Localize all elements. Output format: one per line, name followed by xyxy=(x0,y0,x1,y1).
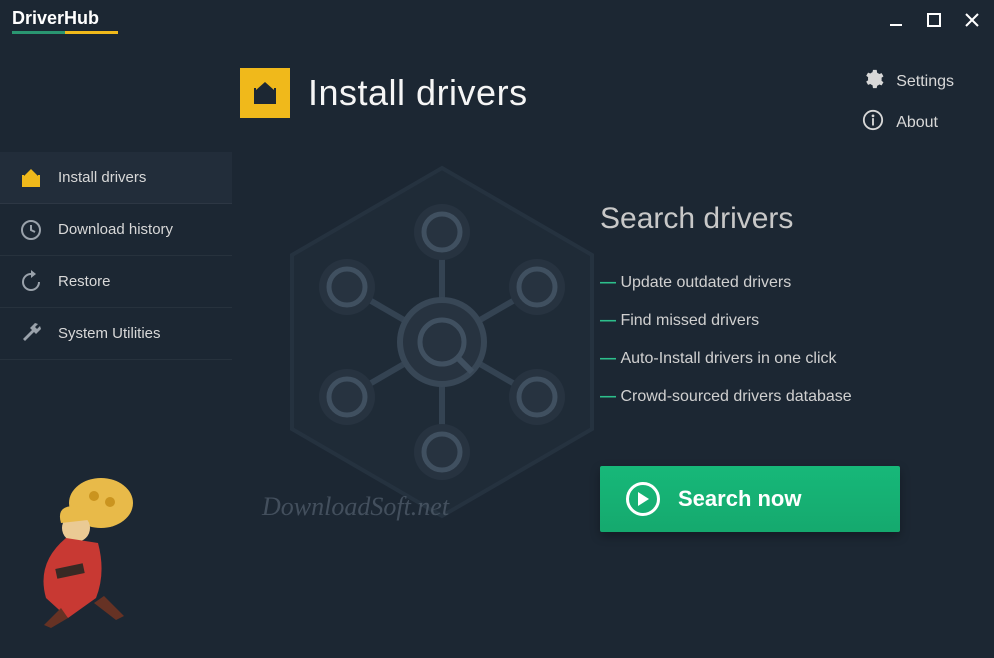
minimize-button[interactable] xyxy=(886,10,906,30)
close-button[interactable] xyxy=(962,10,982,30)
app-logo: DriverHub xyxy=(12,8,118,32)
search-panel: Search drivers Update outdated drivers F… xyxy=(600,202,940,532)
about-label: About xyxy=(896,114,938,132)
feature-item: Auto-Install drivers in one click xyxy=(600,340,940,378)
gear-icon xyxy=(862,68,884,95)
page-title: Install drivers xyxy=(308,72,528,114)
sidebar-item-label: System Utilities xyxy=(58,325,161,342)
background-network-illustration xyxy=(262,162,622,527)
app-name: DriverHub xyxy=(12,8,118,29)
sidebar-item-install-drivers[interactable]: Install drivers xyxy=(0,152,232,204)
drivers-icon xyxy=(240,68,290,118)
page-title-wrap: Install drivers xyxy=(240,68,528,118)
restore-icon xyxy=(18,269,44,295)
about-button[interactable]: About xyxy=(862,109,954,136)
search-now-button[interactable]: Search now xyxy=(600,466,900,532)
clock-icon xyxy=(18,217,44,243)
tools-icon xyxy=(18,321,44,347)
settings-label: Settings xyxy=(896,73,954,91)
sidebar-item-download-history[interactable]: Download history xyxy=(0,204,232,256)
sidebar-item-restore[interactable]: Restore xyxy=(0,256,232,308)
play-icon xyxy=(626,482,660,516)
main-panel: DownloadSoft.net Search drivers Update o… xyxy=(232,152,994,658)
header: Install drivers Settings About xyxy=(0,40,994,160)
search-now-label: Search now xyxy=(678,486,801,512)
titlebar: DriverHub xyxy=(0,0,994,40)
search-heading: Search drivers xyxy=(600,202,940,236)
watermark-text: DownloadSoft.net xyxy=(262,492,449,522)
mascot-illustration xyxy=(6,478,146,628)
settings-button[interactable]: Settings xyxy=(862,68,954,95)
sidebar-item-label: Restore xyxy=(58,273,111,290)
maximize-button[interactable] xyxy=(924,10,944,30)
sidebar: Install drivers Download history Restore… xyxy=(0,152,232,360)
drivers-icon xyxy=(18,165,44,191)
logo-underline xyxy=(12,31,118,34)
feature-list: Update outdated drivers Find missed driv… xyxy=(600,264,940,416)
sidebar-item-label: Install drivers xyxy=(58,169,146,186)
feature-item: Find missed drivers xyxy=(600,302,940,340)
sidebar-item-label: Download history xyxy=(58,221,173,238)
sidebar-item-system-utilities[interactable]: System Utilities xyxy=(0,308,232,360)
feature-item: Crowd-sourced drivers database xyxy=(600,378,940,416)
header-actions: Settings About xyxy=(862,68,954,136)
info-icon xyxy=(862,109,884,136)
window-controls xyxy=(886,10,982,30)
feature-item: Update outdated drivers xyxy=(600,264,940,302)
